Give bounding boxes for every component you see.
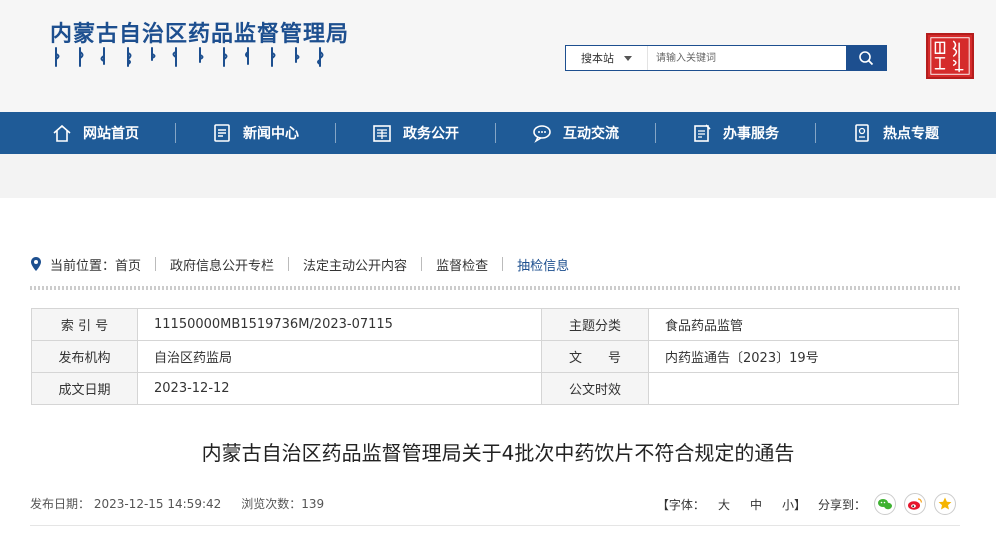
seal-logo [926,33,974,79]
article-tools: 【字体： 大 中 小】 分享到： [657,493,956,515]
nav-item-label: 办事服务 [723,126,779,142]
meta-value: 自治区药监局 [137,340,542,373]
breadcrumb-inspection[interactable]: 监督检查 [436,255,488,274]
nav-item-news[interactable]: 新闻中心 [175,112,335,154]
font-medium-button[interactable]: 中 [750,496,762,513]
mongolian-script-logo [55,47,324,67]
view-count: 浏览次数：139 [241,497,325,511]
nav-item-label: 热点专题 [883,126,939,142]
news-icon [211,122,233,144]
divider [30,286,960,290]
caret-down-icon [624,55,632,61]
chat-icon [531,122,553,144]
breadcrumb-separator [502,257,504,271]
nav-item-label: 政务公开 [403,126,459,142]
topic-icon [851,122,873,144]
wechat-share-icon[interactable] [874,493,896,515]
meta-key: 发布机构 [31,340,138,373]
meta-value: 2023-12-12 [137,372,542,405]
main-nav: 网站首页 新闻中心 政务公开 互动交流 办事服务 热点专题 [0,112,996,154]
search-scope-select[interactable]: 搜本站 [566,46,648,70]
breadcrumb: 当前位置： 首页 政府信息公开专栏 法定主动公开内容 监督检查 抽检信息 [30,254,569,274]
nav-item-home[interactable]: 网站首页 [15,112,175,154]
table-row: 索 引 号 11150000MB1519736M/2023-07115 主题分类… [31,308,959,341]
breadcrumb-prefix: 当前位置： [50,258,116,274]
weibo-share-icon[interactable] [904,493,926,515]
nav-item-services[interactable]: 办事服务 [655,112,815,154]
document-icon [371,122,393,144]
share-label: 分享到： [817,497,866,512]
meta-value: 内药监通告〔2023〕19号 [648,340,959,373]
font-size-label: 【字体： [656,497,705,512]
article-title: 内蒙古自治区药品监督管理局关于4批次中药饮片不符合规定的通告 [201,441,795,465]
nav-item-label: 网站首页 [83,126,139,142]
location-pin-icon [31,257,41,271]
meta-key: 主题分类 [541,308,649,341]
banner-band [0,154,996,198]
nav-item-label: 互动交流 [563,126,619,142]
home-icon [51,122,73,144]
breadcrumb-sampling[interactable]: 抽检信息 [517,255,569,274]
font-small-button[interactable]: 小】 [782,496,806,513]
meta-key: 公文时效 [541,372,649,405]
site-header: 内蒙古自治区药品监督管理局 搜本站 [0,0,996,112]
nav-item-gov-affairs[interactable]: 政务公开 [335,112,495,154]
document-meta-table: 索 引 号 11150000MB1519736M/2023-07115 主题分类… [31,308,959,405]
breadcrumb-separator [155,257,157,271]
breadcrumb-gov-info[interactable]: 政府信息公开专栏 [170,255,274,274]
nav-item-label: 新闻中心 [243,126,299,142]
nav-item-topics[interactable]: 热点专题 [815,112,975,154]
meta-key: 文 号 [541,340,649,373]
search-button[interactable] [846,46,886,70]
breadcrumb-statutory[interactable]: 法定主动公开内容 [303,255,407,274]
breadcrumb-home[interactable]: 首页 [115,255,141,274]
article-info: 发布日期： 2023-12-15 14:59:42 浏览次数：139 [30,495,324,512]
meta-value: 11150000MB1519736M/2023-07115 [137,308,542,341]
meta-value: 食品药品监管 [648,308,959,341]
meta-key: 索 引 号 [31,308,138,341]
site-title[interactable]: 内蒙古自治区药品监督管理局 [50,16,349,48]
search-scope-label: 搜本站 [581,52,614,65]
site-search: 搜本站 [565,45,887,71]
breadcrumb-separator [421,257,423,271]
publish-date: 发布日期： 2023-12-15 14:59:42 [30,497,222,511]
meta-key: 成文日期 [31,372,138,405]
divider [30,525,960,526]
table-row: 成文日期 2023-12-12 公文时效 [31,372,959,405]
nav-item-interaction[interactable]: 互动交流 [495,112,655,154]
breadcrumb-separator [288,257,290,271]
font-large-button[interactable]: 大 [718,496,730,513]
favorite-star-icon[interactable] [934,493,956,515]
form-icon [691,122,713,144]
search-input[interactable] [648,46,846,70]
meta-value [648,372,959,405]
table-row: 发布机构 自治区药监局 文 号 内药监通告〔2023〕19号 [31,340,959,373]
search-icon [859,51,874,66]
